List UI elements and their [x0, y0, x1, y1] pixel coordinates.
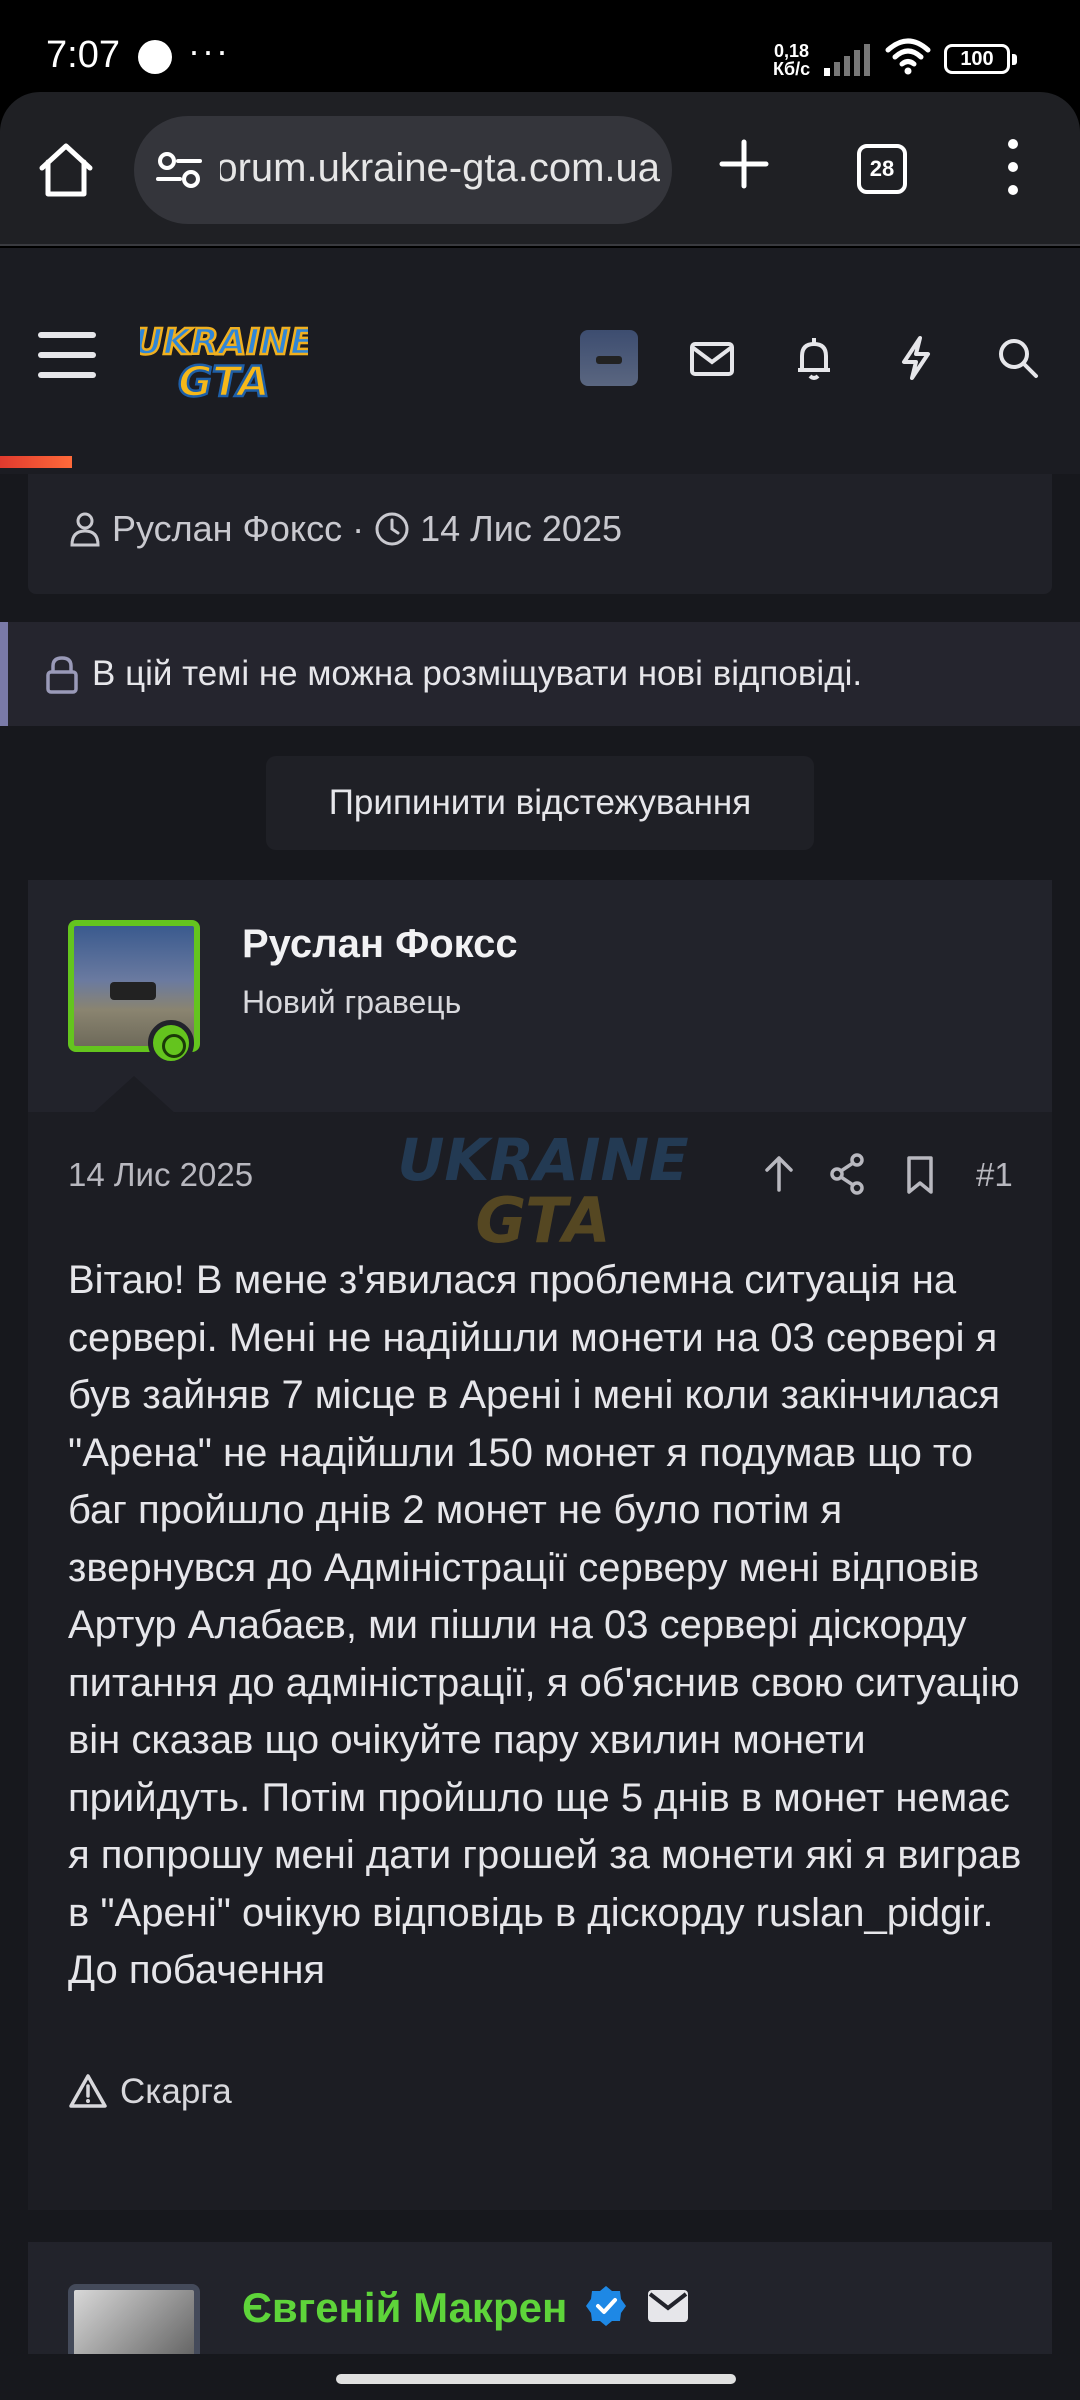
url-text[interactable]: forum.ukraine-gta.com.ua — [220, 146, 660, 191]
site-header: UKRAINE GTA — [0, 248, 1080, 474]
watermark-line2: GTA — [475, 1184, 610, 1256]
menu-icon[interactable] — [38, 330, 96, 380]
status-time: 7:07 — [46, 34, 120, 76]
tabs-icon[interactable]: 28 — [857, 144, 907, 194]
post: Руслан Фоксс Новий гравець 14 Лис 2025 U… — [28, 880, 1052, 2210]
report-link[interactable]: Скарга — [68, 2072, 232, 2112]
system-nav-bar — [0, 2354, 1080, 2400]
bookmark-icon[interactable] — [900, 1150, 940, 1198]
signal-icon — [824, 44, 870, 76]
net-speed-value: 0,18 — [774, 41, 810, 61]
home-icon[interactable] — [28, 132, 104, 208]
skull-icon — [138, 40, 172, 74]
post-permalink-number[interactable]: #1 — [976, 1156, 1013, 1194]
site-watermark-logo: UKRAINE GTA — [397, 1126, 688, 1256]
user-block-caret — [92, 1076, 176, 1114]
logo-line2: GTA — [178, 357, 270, 406]
meta-separator: · — [352, 508, 365, 549]
thread-meta: Руслан Фоксс · 14 Лис 2025 — [28, 474, 1052, 594]
thread-content: Руслан Фоксс · 14 Лис 2025 В цій темі не… — [0, 474, 1080, 2400]
post-user-title: Новий гравець — [242, 984, 462, 1020]
locked-notice-text: В цій темі не можна розміщувати нові від… — [92, 654, 863, 693]
url-value: forum.ukraine-gta.com.ua — [220, 146, 660, 190]
page-progress-bar — [0, 456, 72, 468]
home-gesture-handle[interactable] — [336, 2374, 736, 2384]
message-icon[interactable] — [646, 2288, 690, 2324]
mail-icon[interactable] — [686, 332, 738, 384]
online-status-icon — [148, 1020, 194, 1066]
user-icon — [70, 512, 100, 547]
post-body-text: Вітаю! В мене з'явилася проблемна ситуац… — [68, 1258, 1022, 1992]
bolt-icon[interactable] — [890, 332, 942, 384]
post-date[interactable]: 14 Лис 2025 — [68, 1156, 253, 1194]
verified-badge-icon — [586, 2286, 626, 2326]
new-tab-icon[interactable] — [712, 132, 776, 196]
lock-icon — [46, 656, 78, 694]
next-post-username[interactable]: Євгеній Макрен — [242, 2284, 567, 2332]
more-menu-icon[interactable] — [998, 132, 1028, 202]
post-username[interactable]: Руслан Фоксс — [242, 922, 518, 967]
search-icon[interactable] — [992, 332, 1044, 384]
unwatch-button[interactable]: Припинити відстежування — [266, 756, 814, 850]
net-speed-unit: Кб/с — [773, 59, 811, 79]
net-speed: 0,18 Кб/с — [773, 42, 810, 78]
post-user-block: Руслан Фоксс Новий гравець — [28, 880, 1052, 1114]
thread-author[interactable]: Руслан Фоксс — [112, 508, 342, 549]
report-label: Скарга — [120, 2072, 232, 2111]
more-notifications-icon: ··· — [188, 30, 230, 71]
user-avatar[interactable] — [580, 330, 638, 386]
clock-icon — [375, 512, 409, 546]
site-settings-icon[interactable] — [154, 150, 204, 190]
browser-toolbar: forum.ukraine-gta.com.ua 28 — [0, 92, 1080, 246]
share-icon[interactable] — [826, 1150, 868, 1198]
avatar-image — [110, 982, 156, 1000]
locked-notice: В цій темі не можна розміщувати нові від… — [0, 622, 1080, 726]
battery-icon: 100 — [944, 44, 1017, 74]
warning-icon — [69, 2074, 107, 2108]
site-logo[interactable]: UKRAINE GTA — [140, 314, 308, 410]
upvote-icon[interactable] — [758, 1150, 800, 1198]
thread-date[interactable]: 14 Лис 2025 — [420, 508, 622, 549]
bell-icon[interactable] — [788, 332, 840, 384]
address-bar[interactable]: forum.ukraine-gta.com.ua — [134, 116, 672, 224]
thread-meta-line: Руслан Фоксс · 14 Лис 2025 — [68, 508, 622, 550]
wifi-icon — [885, 38, 931, 75]
